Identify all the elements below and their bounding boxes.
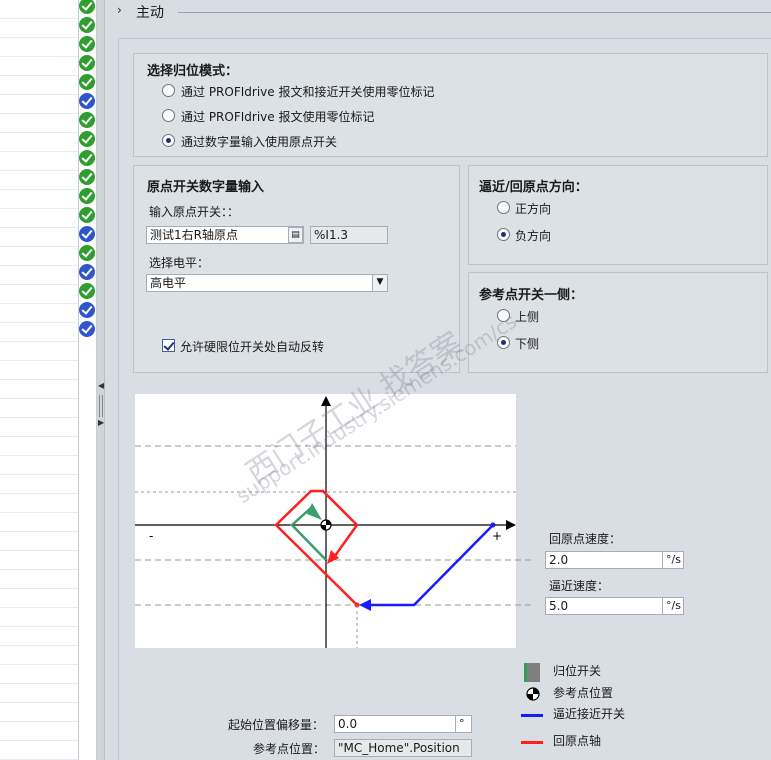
home-speed-field[interactable]: 2.0 bbox=[545, 551, 663, 569]
red-line-icon bbox=[521, 741, 543, 744]
approach-speed-unit: °/s bbox=[663, 597, 684, 615]
status-ok-icon bbox=[79, 207, 95, 223]
homing-mode-radio-digital-input[interactable] bbox=[162, 134, 175, 147]
homing-mode-option-label: 通过 PROFIdrive 报文使用零位标记 bbox=[181, 110, 375, 124]
approach-path bbox=[365, 524, 494, 607]
ref-side-option-label: 下侧 bbox=[515, 337, 540, 351]
status-ok-icon bbox=[79, 150, 95, 166]
creep-path bbox=[290, 506, 327, 561]
ref-side-option-label: 上侧 bbox=[515, 310, 540, 324]
approach-arrow bbox=[359, 599, 371, 611]
homing-mode-radio-telegram-proximity[interactable] bbox=[162, 84, 175, 97]
status-ok-icon bbox=[79, 55, 95, 71]
status-ok-icon bbox=[79, 245, 95, 261]
section-title: 主动 bbox=[136, 5, 164, 21]
browse-tag-icon[interactable]: ▤ bbox=[288, 227, 303, 243]
offset-field[interactable]: 0.0 bbox=[334, 715, 456, 733]
home-speed-label: 回原点速度： bbox=[549, 532, 622, 546]
direction-option-label: 负方向 bbox=[515, 229, 552, 243]
auto-reverse-label: 允许硬限位开关处自动反转 bbox=[180, 340, 325, 354]
auto-reverse-checkbox[interactable] bbox=[162, 339, 175, 352]
creep-arrow bbox=[307, 503, 322, 520]
reference-point-icon bbox=[526, 687, 540, 701]
homing-mode-title: 选择归位模式： bbox=[147, 64, 239, 79]
status-ok-icon bbox=[79, 112, 95, 128]
direction-title: 逼近/回原点方向： bbox=[479, 180, 588, 195]
ref-side-radio-lower[interactable] bbox=[497, 336, 510, 349]
chevron-down-icon[interactable]: ▼ bbox=[372, 275, 387, 291]
approach-speed-field[interactable]: 5.0 bbox=[545, 597, 663, 615]
status-ok-icon bbox=[79, 169, 95, 185]
splitter-grip-icon[interactable] bbox=[99, 395, 103, 417]
section-divider bbox=[178, 12, 771, 13]
status-ok-icon bbox=[79, 36, 95, 52]
home-switch-input-field[interactable]: 测试1右R轴原点 bbox=[146, 226, 304, 244]
y-axis-arrow bbox=[321, 396, 331, 406]
expand-right-icon[interactable]: ▶ bbox=[98, 417, 104, 429]
status-ok-icon bbox=[79, 131, 95, 147]
ref-position-field: "MC_Home".Position bbox=[334, 739, 472, 757]
chevron-right-icon[interactable]: › bbox=[117, 3, 122, 17]
legend-approach-switch: 逼近接近开关 bbox=[553, 707, 626, 721]
status-info-icon bbox=[79, 264, 95, 280]
minus-sign: - bbox=[149, 529, 153, 543]
home-switch-input-title: 原点开关数字量输入 bbox=[147, 180, 265, 195]
level-select[interactable]: 高电平 bbox=[146, 274, 388, 292]
ref-side-radio-upper[interactable] bbox=[497, 309, 510, 322]
home-speed-unit: °/s bbox=[663, 551, 684, 569]
input-home-switch-label: 输入原点开关：： bbox=[149, 205, 240, 219]
navigation-tree[interactable] bbox=[0, 0, 78, 760]
blue-line-icon bbox=[521, 714, 543, 717]
status-info-icon bbox=[79, 321, 95, 337]
plus-sign: + bbox=[492, 529, 502, 543]
offset-label: 起始位置偏移量： bbox=[228, 718, 325, 732]
offset-unit: ° bbox=[456, 715, 472, 733]
direction-radio-negative[interactable] bbox=[497, 228, 510, 241]
homing-mode-option-label: 通过 PROFIdrive 报文和接近开关使用零位标记 bbox=[181, 85, 435, 99]
approach-start-point bbox=[490, 522, 496, 528]
legend-homing-switch: 归位开关 bbox=[553, 664, 602, 678]
select-level-label: 选择电平： bbox=[149, 256, 210, 270]
homing-path bbox=[274, 489, 359, 606]
ref-position-label: 参考点位置： bbox=[253, 742, 326, 756]
reference-side-title: 参考点开关一侧： bbox=[479, 288, 584, 303]
status-ok-icon bbox=[79, 283, 95, 299]
status-info-icon bbox=[79, 302, 95, 318]
status-ok-icon bbox=[79, 74, 95, 90]
legend-homing-axis: 回原点轴 bbox=[553, 734, 602, 748]
homing-mode-option-label: 通过数字量输入使用原点开关 bbox=[181, 135, 338, 149]
status-info-icon bbox=[79, 93, 95, 109]
status-ok-icon bbox=[79, 188, 95, 204]
homing-diagram-graphic: - + bbox=[135, 396, 535, 648]
legend-reference-point: 参考点位置 bbox=[553, 686, 614, 700]
homing-mode-radio-telegram-zero[interactable] bbox=[162, 109, 175, 122]
direction-radio-positive[interactable] bbox=[497, 201, 510, 214]
status-info-icon bbox=[79, 226, 95, 242]
x-axis-arrow bbox=[506, 520, 516, 530]
approach-speed-label: 逼近速度： bbox=[549, 579, 610, 593]
direction-option-label: 正方向 bbox=[515, 202, 552, 216]
homing-switch-icon bbox=[524, 663, 540, 682]
collapse-left-icon[interactable]: ◀ bbox=[98, 380, 104, 392]
home-switch-address: %I1.3 bbox=[310, 226, 388, 244]
status-ok-icon bbox=[79, 17, 95, 33]
